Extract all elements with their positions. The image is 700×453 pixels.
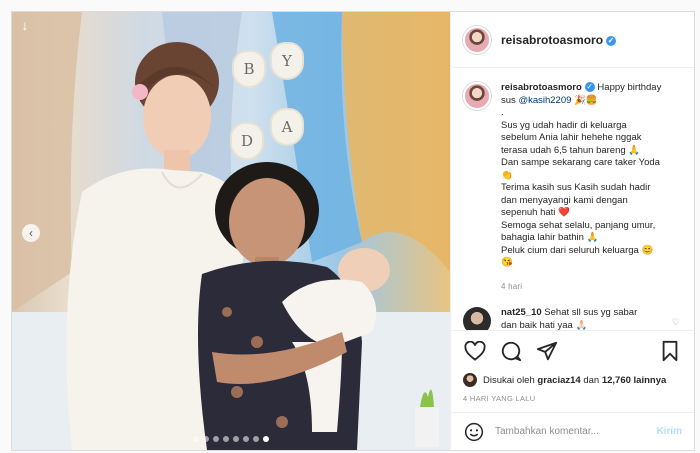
add-comment-bar: Kirim <box>451 412 694 450</box>
comment-item: nat25_10 Sehat sll sus yg sabar dan baik… <box>463 307 682 330</box>
caption-username[interactable]: reisabrotoasmoro <box>501 82 582 93</box>
likes-middle: dan <box>583 374 600 386</box>
caption-first-line: reisabrotoasmoro ✓ Happy birthday <box>501 82 661 95</box>
caption-line: sebelum Ania lahir hehehe nggak <box>501 132 642 143</box>
author-username-text[interactable]: reisabrotoasmoro <box>501 33 603 47</box>
author-avatar[interactable] <box>463 25 491 54</box>
bunting-letter: B <box>232 50 266 88</box>
heart-icon <box>464 340 486 361</box>
caption-line: sepenuh hati ❤️ <box>501 207 570 218</box>
caption-author-avatar[interactable] <box>463 82 491 110</box>
caption-line: Peluk cium dari seluruh keluarga 😊 <box>501 244 654 256</box>
commenter-username[interactable]: nat25_10 <box>501 307 542 318</box>
carousel-dot <box>213 436 219 442</box>
chevron-left-icon: ‹ <box>29 226 33 240</box>
likes-prefix: Disukai oleh <box>483 374 535 386</box>
caption-first-text: Happy birthday <box>597 82 662 93</box>
comment-button[interactable] <box>499 339 523 363</box>
mention-link[interactable]: @kasih2209 <box>518 95 571 106</box>
likes-count[interactable]: 12,760 lainnya <box>602 375 666 386</box>
bookmark-icon <box>662 340 678 361</box>
share-button[interactable] <box>535 339 559 363</box>
caption-line: 👏 <box>501 169 513 181</box>
liker-avatar[interactable] <box>463 373 477 387</box>
comment-input[interactable] <box>495 426 657 437</box>
comment-like-heart-icon[interactable]: ♡ <box>672 317 680 328</box>
carousel-prev-button[interactable]: ‹ <box>22 224 40 242</box>
carousel-dot <box>253 436 259 442</box>
caption-line: 😘 <box>501 257 513 268</box>
caption-emoji: 🎉🍔 <box>571 94 598 106</box>
post-side-panel: reisabrotoasmoro ✓ reisabrotoasmoro ✓ Happ… <box>450 12 694 450</box>
post-date[interactable]: 4 HARI YANG LALU <box>451 390 694 412</box>
instagram-post: B Y D A ↓ ‹ reisabrotoasmoro ✓ reisabroto… <box>11 11 695 451</box>
carousel-dot <box>243 436 249 442</box>
caption-mention-line: sus @kasih2209 🎉🍔 <box>501 95 661 108</box>
carousel-dot <box>203 436 209 442</box>
share-icon <box>536 341 558 360</box>
post-comment-button[interactable]: Kirim <box>656 426 682 437</box>
carousel-dot <box>193 436 199 442</box>
emoji-button[interactable] <box>463 421 485 443</box>
like-button[interactable] <box>463 339 487 363</box>
post-photo[interactable]: B Y D A ↓ ‹ <box>12 12 450 450</box>
carousel-dot <box>223 436 229 442</box>
caption-line: bahagia lahir bathin 🙏 <box>501 232 599 243</box>
verified-badge-icon: ✓ <box>584 82 595 92</box>
carousel-dot <box>233 436 239 442</box>
comments-section: reisabrotoasmoro ✓ Happy birthday sus @ka… <box>451 68 694 330</box>
liker-username[interactable]: graciaz14 <box>537 375 580 386</box>
caption-text-fragment: sus <box>501 94 519 106</box>
commenter-avatar[interactable] <box>463 307 491 330</box>
bunting-letter: D <box>230 122 264 160</box>
caption-line: dan menyayangi kami dengan <box>501 194 628 206</box>
caption-line: Sus yg udah hadir di keluarga <box>501 119 627 131</box>
caption-line: terasa udah 6,5 tahun bareng 🙏 <box>501 144 641 156</box>
caption-line: Semoga sehat selalu, panjang umur, <box>501 219 656 231</box>
caption-text: reisabrotoasmoro ✓ Happy birthday sus @ka… <box>501 82 661 293</box>
action-bar <box>451 330 694 370</box>
caption-time-ago[interactable]: 4 hari <box>501 281 661 294</box>
bunting-letter: Y <box>270 42 304 80</box>
comment-body-cont: dan baik hati yaa 🙏🏻 <box>501 319 588 331</box>
smiley-icon <box>464 422 484 441</box>
download-arrow-icon[interactable]: ↓ <box>16 16 34 34</box>
caption: reisabrotoasmoro ✓ Happy birthday sus @ka… <box>463 82 682 293</box>
comment-text: nat25_10 Sehat sll sus yg sabar dan baik… <box>501 307 661 330</box>
caption-line: Dan sampe sekarang care taker Yoda <box>501 157 660 168</box>
carousel-dot <box>263 436 269 442</box>
save-button[interactable] <box>658 339 682 363</box>
comment-body: Sehat sll sus yg sabar <box>541 307 638 318</box>
likes-summary: Disukai oleh graciaz14 dan 12,760 lainny… <box>451 370 694 390</box>
verified-badge-icon: ✓ <box>606 35 617 46</box>
author-username[interactable]: reisabrotoasmoro ✓ <box>501 33 617 47</box>
caption-line: Terima kasih sus Kasih sudah hadir <box>501 182 651 193</box>
comment-icon <box>501 341 522 361</box>
carousel-dots <box>12 436 450 442</box>
bunting-letter: A <box>270 108 304 146</box>
photo-illustration <box>12 12 450 450</box>
caption-line: . <box>501 107 504 118</box>
post-header: reisabrotoasmoro ✓ <box>451 12 694 68</box>
